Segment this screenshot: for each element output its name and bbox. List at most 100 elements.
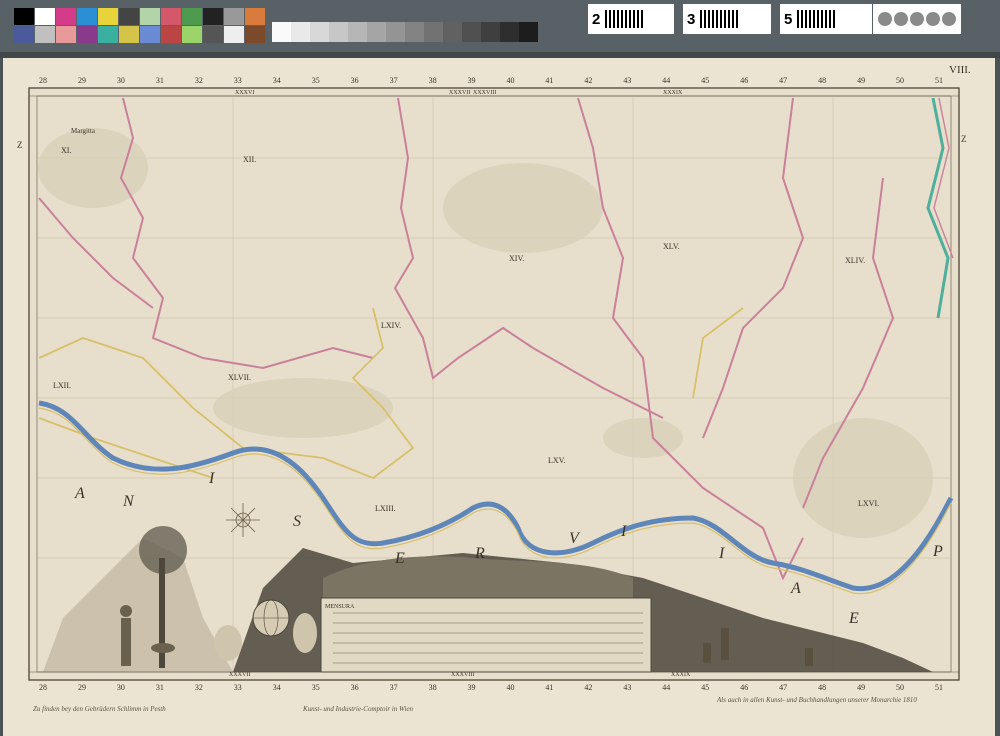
margin-letter-right: Z — [961, 134, 967, 144]
svg-text:E: E — [848, 610, 859, 627]
top-scale-label: 42 — [584, 76, 592, 85]
color-swatch — [119, 8, 139, 25]
roman-bottom-3: XXXIX — [671, 672, 691, 678]
top-scale-label: 33 — [234, 76, 242, 85]
gray-step — [481, 22, 500, 42]
region-lxv: LXV. — [548, 456, 565, 465]
roman-top-3: XXXVIII — [473, 90, 496, 96]
bottom-scale-label: 44 — [662, 683, 670, 692]
roman-bottom-2: XXXVIII — [451, 672, 474, 678]
color-swatch — [119, 26, 139, 43]
region-lxiii: LXIII. — [375, 504, 396, 513]
top-scale-label: 30 — [117, 76, 125, 85]
bottom-scale-label: 41 — [545, 683, 553, 692]
gray-step — [462, 22, 481, 42]
bottom-scale-label: 47 — [779, 683, 787, 692]
imprint-right: Als auch in allen Kunst- und Buchhandlun… — [717, 696, 917, 704]
color-swatch — [140, 26, 160, 43]
top-scale-label: 39 — [468, 76, 476, 85]
imprint-middle: Kunst- und Industrie-Comptoir in Wien — [303, 705, 414, 713]
color-swatch — [98, 8, 118, 25]
color-swatch — [35, 26, 55, 43]
bottom-scale-label: 48 — [818, 683, 826, 692]
bottom-scale-label: 31 — [156, 683, 164, 692]
region-lxiv: LXIV. — [381, 321, 401, 330]
bottom-scale-label: 39 — [468, 683, 476, 692]
cherub-left — [214, 625, 242, 661]
gray-step — [367, 22, 386, 42]
color-swatch — [77, 26, 97, 43]
top-scale: 28 29 30 31 32 33 34 35 36 37 38 39 40 41 42 43 44 45 46 47… — [39, 76, 943, 85]
gray-step — [519, 22, 538, 42]
top-scale-label: 34 — [273, 76, 281, 85]
top-scale-label: 49 — [857, 76, 865, 85]
region-xliv: XLIV. — [845, 256, 865, 265]
cherub-right — [293, 613, 317, 653]
top-scale-label: 50 — [896, 76, 904, 85]
top-scale-label: 29 — [78, 76, 86, 85]
color-swatch — [224, 8, 244, 25]
density-dots — [873, 4, 961, 34]
bottom-scale-label: 51 — [935, 683, 943, 692]
bottom-scale-label: 40 — [506, 683, 514, 692]
margin-letter-left: Z — [17, 140, 23, 150]
bottom-scale-label: 30 — [117, 683, 125, 692]
place-margitta: Margitta — [71, 127, 96, 135]
region-lxvi: LXVI. — [858, 499, 879, 508]
map-canvas: 28 29 30 31 32 33 34 35 36 37 38 39 40 41 42 43 44 45 46 47… — [17, 64, 971, 692]
region-xii: XII. — [243, 155, 256, 164]
gray-step — [386, 22, 405, 42]
resolution-target-5-6: 5 — [780, 4, 872, 34]
color-swatch — [182, 26, 202, 43]
figure-right-2 — [703, 643, 711, 663]
top-scale-label: 51 — [935, 76, 943, 85]
color-swatch — [161, 26, 181, 43]
top-scale-label: 46 — [740, 76, 748, 85]
color-swatch — [56, 26, 76, 43]
top-scale-label: 41 — [545, 76, 553, 85]
bottom-scale-label: 49 — [857, 683, 865, 692]
svg-text:I: I — [208, 470, 215, 487]
roman-top-2: XXXVII — [449, 90, 470, 96]
top-scale-label: 40 — [506, 76, 514, 85]
svg-text:N: N — [122, 493, 135, 510]
color-swatch — [140, 8, 160, 25]
gray-step — [424, 22, 443, 42]
bottom-scale-label: 42 — [584, 683, 592, 692]
bottom-scale-label: 38 — [429, 683, 437, 692]
gray-step — [291, 22, 310, 42]
region-xlvii: XLVII. — [228, 373, 251, 382]
bottom-scale-label: 36 — [351, 683, 359, 692]
svg-text:A: A — [790, 580, 801, 597]
resolution-target-3-4: 3 — [683, 4, 771, 34]
color-swatch — [203, 26, 223, 43]
sheet-number: VIII. — [949, 64, 971, 76]
top-scale-label: 37 — [390, 76, 398, 85]
gray-step — [272, 22, 291, 42]
color-swatch — [245, 8, 265, 25]
gray-step — [405, 22, 424, 42]
region-lxii: LXII. — [53, 381, 71, 390]
bottom-scale-label: 29 — [78, 683, 86, 692]
roman-top-1: XXXVI — [235, 90, 254, 96]
top-scale-label: 44 — [662, 76, 670, 85]
color-swatch — [56, 8, 76, 25]
color-swatch — [182, 8, 202, 25]
region-xi: XI. — [61, 146, 71, 155]
gray-step — [348, 22, 367, 42]
top-scale-label: 43 — [623, 76, 631, 85]
svg-text:I: I — [718, 545, 725, 562]
color-swatch — [161, 8, 181, 25]
bottom-scale-label: 33 — [234, 683, 242, 692]
color-swatch — [245, 26, 265, 43]
color-swatch — [224, 26, 244, 43]
gray-step — [310, 22, 329, 42]
svg-text:P: P — [932, 543, 943, 560]
bottom-scale-label: 45 — [701, 683, 709, 692]
roman-bottom-1: XXXVII — [229, 672, 250, 678]
svg-text:I: I — [620, 523, 627, 540]
top-scale-label: 28 — [39, 76, 47, 85]
dog-figure — [151, 643, 175, 653]
color-swatch — [35, 8, 55, 25]
imprint-left: Zu finden bey den Gebrüdern Schlimm in P… — [33, 705, 166, 713]
